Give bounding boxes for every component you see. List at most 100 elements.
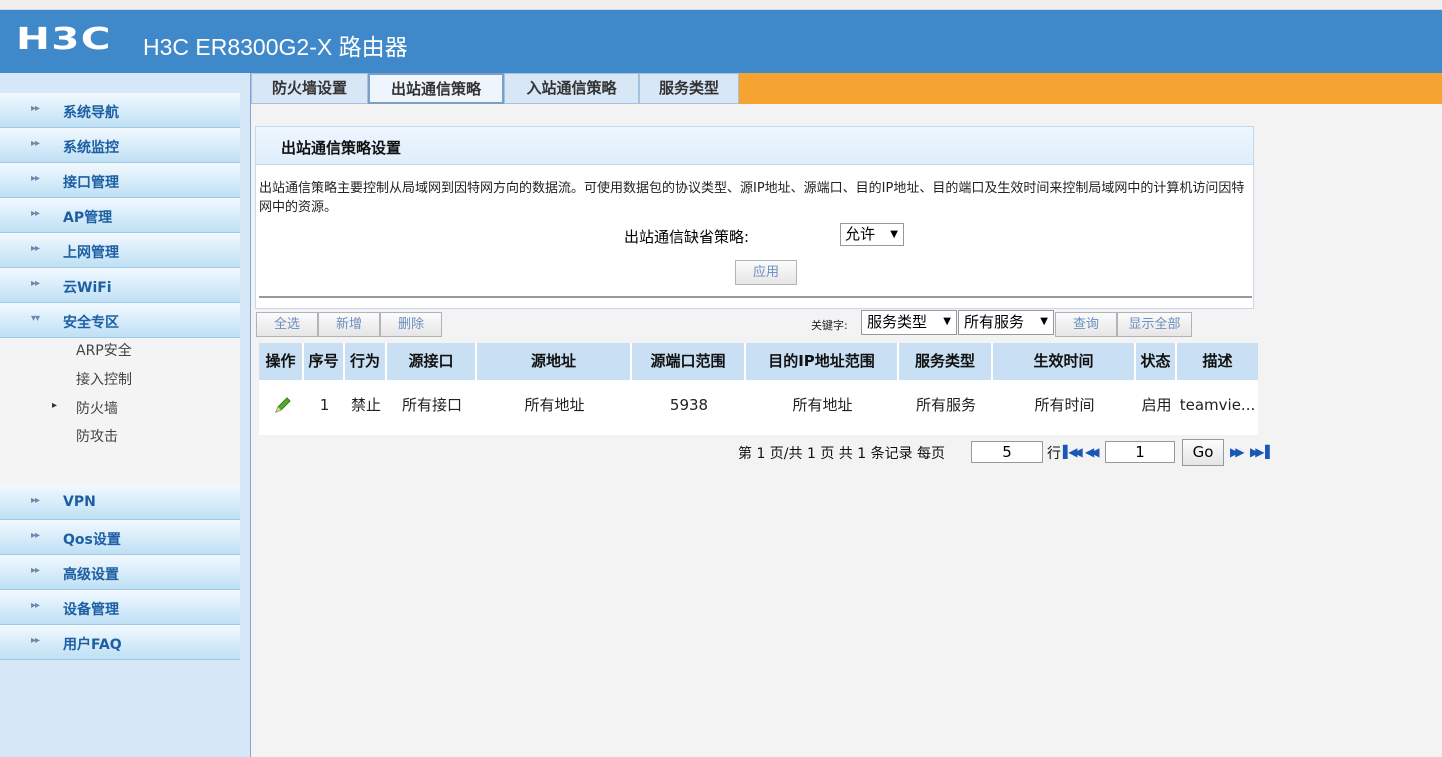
delete-button[interactable]: 删除 [380, 312, 442, 337]
dropdown-arrow-icon: ▼ [943, 316, 951, 327]
panel-header: 出站通信策略设置 [256, 127, 1253, 165]
sidebar-item-label: 安全专区 [63, 315, 119, 331]
h3c-logo: H3C [16, 22, 112, 57]
column-header: 源接口 [387, 343, 477, 380]
device-title: H3C ER8300G2-X 路由器 [143, 34, 408, 60]
dropdown-arrow-icon: ▼ [890, 229, 898, 240]
submenu-item-firewall[interactable]: 防火墙 [76, 398, 118, 418]
sidebar-item-label: AP管理 [63, 210, 113, 226]
edit-pencil-icon[interactable] [273, 395, 293, 415]
sidebar-item-label: 高级设置 [63, 567, 119, 583]
pager-summary: 第 1 页/共 1 页 共 1 条记录 每页 [738, 446, 946, 462]
sidebar-item-interface[interactable]: ▸▸ 接口管理 [0, 163, 240, 198]
rows-label: 行 [1047, 446, 1061, 462]
column-header: 序号 [304, 343, 345, 380]
last-page-icon[interactable]: ▶▶▐ [1250, 445, 1270, 459]
sidebar-item-label: 系统监控 [63, 140, 119, 156]
panel-description: 出站通信策略主要控制从局域网到因特网方向的数据流。可使用数据包的协议类型、源IP… [259, 181, 1245, 215]
sidebar-item-vpn[interactable]: ▸▸ VPN [0, 485, 240, 520]
sidebar-item-label: 接口管理 [63, 175, 119, 191]
tab-inbound-policy[interactable]: 入站通信策略 [504, 73, 639, 104]
expand-arrow-icon: ▸▸ [31, 600, 40, 611]
outbound-policy-panel: 出站通信策略设置 出站通信策略主要控制从局域网到因特网方向的数据流。可使用数据包… [255, 126, 1254, 309]
select-all-button[interactable]: 全选 [256, 312, 318, 337]
security-submenu: ARP安全 接入控制 ▸ 防火墙 防攻击 [0, 338, 240, 463]
go-button[interactable]: Go [1182, 439, 1224, 466]
keyword-value-select[interactable]: 所有服务 ▼ [958, 310, 1054, 335]
column-header: 描述 [1177, 343, 1258, 380]
keyword-field-select[interactable]: 服务类型 ▼ [861, 310, 957, 335]
sidebar: ▸▸ 系统导航 ▸▸ 系统监控 ▸▸ 接口管理 ▸▸ AP管理 ▸▸ 上网管理 … [0, 73, 251, 757]
keyword-field-value: 服务类型 [867, 313, 928, 331]
cell-effective-time: 所有时间 [1034, 396, 1095, 414]
current-item-arrow-icon: ▸ [52, 400, 58, 411]
collapse-arrow-icon: ▾▾ [31, 313, 40, 324]
default-policy-label: 出站通信缺省策略: [624, 228, 750, 246]
expand-arrow-icon: ▸▸ [31, 138, 40, 149]
cell-index: 1 [319, 396, 330, 414]
cell-description: teamvie... [1179, 396, 1256, 414]
expand-arrow-icon: ▸▸ [31, 208, 40, 219]
apply-button[interactable]: 应用 [735, 260, 797, 285]
sidebar-item-ap[interactable]: ▸▸ AP管理 [0, 198, 240, 233]
expand-arrow-icon: ▸▸ [31, 495, 40, 506]
column-header: 服务类型 [899, 343, 993, 380]
cell-source-address: 所有地址 [524, 396, 585, 414]
submenu-item-access-control[interactable]: 接入控制 [76, 369, 132, 389]
expand-arrow-icon: ▸▸ [31, 635, 40, 646]
sidebar-item-cloud-wifi[interactable]: ▸▸ 云WiFi [0, 268, 240, 303]
divider [259, 296, 1252, 298]
app-header: H3C H3C ER8300G2-X 路由器 [0, 10, 1442, 73]
next-page-icon[interactable]: ▶▶ [1230, 445, 1245, 459]
prev-page-icon[interactable]: ◀◀ [1085, 445, 1100, 459]
tab-firewall-settings[interactable]: 防火墙设置 [251, 73, 368, 104]
expand-arrow-icon: ▸▸ [31, 243, 40, 254]
tab-service-type[interactable]: 服务类型 [639, 73, 739, 104]
tab-outbound-policy[interactable]: 出站通信策略 [368, 73, 504, 104]
sidebar-item-device[interactable]: ▸▸ 设备管理 [0, 590, 240, 625]
dropdown-arrow-icon: ▼ [1040, 316, 1048, 327]
expand-arrow-icon: ▸▸ [31, 103, 40, 114]
sidebar-item-system-nav[interactable]: ▸▸ 系统导航 [0, 93, 240, 128]
sidebar-item-label: 设备管理 [63, 602, 119, 618]
column-header: 操作 [259, 343, 304, 380]
sidebar-item-label: 云WiFi [63, 280, 112, 296]
cell-destination-ip: 所有地址 [792, 396, 853, 414]
cell-source-interface: 所有接口 [401, 396, 462, 414]
show-all-button[interactable]: 显示全部 [1117, 312, 1192, 337]
sidebar-item-security[interactable]: ▾▾ 安全专区 [0, 303, 240, 338]
column-header: 源端口范围 [632, 343, 746, 380]
sidebar-item-label: 上网管理 [63, 245, 119, 261]
column-header: 生效时间 [993, 343, 1136, 380]
sidebar-item-advanced[interactable]: ▸▸ 高级设置 [0, 555, 240, 590]
rows-per-page-input[interactable]: 5 [971, 441, 1043, 463]
sidebar-item-label: 用户FAQ [63, 637, 122, 653]
sidebar-item-system-monitor[interactable]: ▸▸ 系统监控 [0, 128, 240, 163]
submenu-item-arp[interactable]: ARP安全 [76, 340, 132, 360]
submenu-item-anti-attack[interactable]: 防攻击 [76, 426, 118, 446]
column-header: 行为 [345, 343, 387, 380]
cell-source-port: 5938 [669, 396, 709, 414]
cell-service-type: 所有服务 [915, 396, 976, 414]
default-policy-select[interactable]: 允许 ▼ [840, 223, 904, 246]
sidebar-item-label: VPN [63, 494, 96, 510]
expand-arrow-icon: ▸▸ [31, 278, 40, 289]
cell-action: 禁止 [350, 396, 381, 414]
policy-table: 操作 序号 行为 源接口 源地址 源端口范围 目的IP地址范围 服务类型 生效时… [259, 343, 1258, 435]
sidebar-item-qos[interactable]: ▸▸ Qos设置 [0, 520, 240, 555]
sidebar-item-faq[interactable]: ▸▸ 用户FAQ [0, 625, 240, 660]
column-header: 状态 [1136, 343, 1177, 380]
expand-arrow-icon: ▸▸ [31, 565, 40, 576]
query-button[interactable]: 查询 [1055, 312, 1117, 337]
page-number-input[interactable]: 1 [1105, 441, 1175, 463]
expand-arrow-icon: ▸▸ [31, 530, 40, 541]
sidebar-item-internet[interactable]: ▸▸ 上网管理 [0, 233, 240, 268]
default-policy-value: 允许 [845, 225, 876, 243]
add-button[interactable]: 新增 [318, 312, 380, 337]
expand-arrow-icon: ▸▸ [31, 173, 40, 184]
sidebar-item-label: Qos设置 [63, 532, 121, 548]
column-header: 源地址 [477, 343, 632, 380]
cell-status: 启用 [1141, 396, 1172, 414]
first-page-icon[interactable]: ▌◀◀ [1063, 445, 1083, 459]
panel-title: 出站通信策略设置 [281, 139, 402, 157]
